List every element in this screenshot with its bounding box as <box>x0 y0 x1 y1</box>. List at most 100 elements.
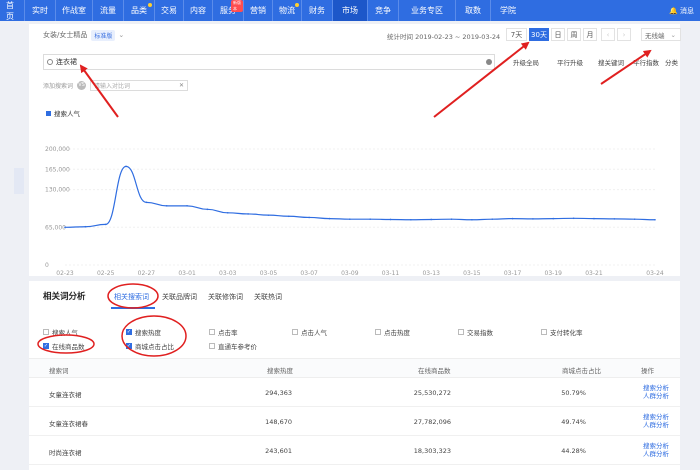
metric-checkbox-9[interactable]: 直通车参考价 <box>209 341 257 351</box>
search-option-1[interactable]: 平行升级 <box>557 57 583 67</box>
data-point-03-01[interactable] <box>186 205 188 207</box>
metric-label: 直通车参考价 <box>218 343 257 351</box>
data-point-03-24[interactable] <box>654 218 656 221</box>
data-point-03-02[interactable] <box>206 208 209 211</box>
search-analysis-link[interactable]: 搜索分析 <box>643 413 669 421</box>
data-point-02-26[interactable] <box>125 165 127 168</box>
metric-checkbox-1[interactable]: ✓ 搜索热度 <box>126 327 161 337</box>
nav-item-11[interactable]: 市场 <box>333 0 367 21</box>
nav-item-7[interactable]: 服务 新版本 <box>213 0 243 21</box>
data-point-03-08[interactable] <box>328 217 331 220</box>
metric-checkbox-3[interactable]: 点击人气 <box>292 327 327 337</box>
nav-item-4[interactable]: 品类 <box>124 0 154 21</box>
data-point-02-23[interactable] <box>64 226 66 229</box>
messages-button[interactable]: 🔔 消息 <box>663 0 700 21</box>
crowd-analysis-link[interactable]: 人群分析 <box>643 392 669 400</box>
data-point-03-21[interactable] <box>593 217 595 220</box>
metric-checkbox-4[interactable]: 点击热度 <box>375 327 410 337</box>
nav-item-label: 实时 <box>32 6 48 15</box>
metric-checkbox-2[interactable]: 点击率 <box>209 327 238 337</box>
tab-related-2[interactable]: 关联修饰词 <box>208 292 243 302</box>
metric-checkbox-7[interactable]: ✓ 在线商品数 <box>43 341 85 351</box>
tab-related-3[interactable]: 关联热词 <box>254 292 282 302</box>
nav-item-0[interactable]: 首页 <box>0 0 24 21</box>
nav-item-12[interactable]: 竞争 <box>368 0 398 21</box>
range-button-4[interactable]: 月 <box>583 28 597 41</box>
metric-label: 支付转化率 <box>550 329 583 337</box>
category-select[interactable]: 女装/女士精品 <box>43 30 87 40</box>
metric-checkbox-0[interactable]: 搜索人气 <box>43 327 78 337</box>
range-button-2[interactable]: 日 <box>551 28 565 41</box>
nav-item-8[interactable]: 营销 <box>244 0 272 21</box>
side-collapse-tab[interactable] <box>14 168 24 194</box>
search-option-4[interactable]: 分类 <box>665 57 678 67</box>
nav-item-3[interactable]: 流量 <box>93 0 123 21</box>
data-point-03-11[interactable] <box>389 218 392 221</box>
column-header[interactable]: 在线商品数 <box>418 365 451 375</box>
x-tick-label: 03-09 <box>341 270 359 276</box>
data-point-03-12[interactable] <box>410 218 412 221</box>
column-header[interactable]: 搜索词 <box>49 365 69 375</box>
nav-item-9[interactable]: 物流 <box>273 0 301 21</box>
column-header[interactable]: 搜索热度 <box>267 365 293 375</box>
search-option-3[interactable]: 平行指数 <box>633 57 659 67</box>
nav-item-6[interactable]: 内容 <box>184 0 212 21</box>
crowd-analysis-link[interactable]: 人群分析 <box>643 421 669 429</box>
nav-item-15[interactable]: 学院 <box>491 0 525 21</box>
data-point-03-06[interactable] <box>287 215 290 218</box>
clear-search-icon[interactable] <box>486 59 492 65</box>
metric-checkbox-6[interactable]: 支付转化率 <box>541 327 583 337</box>
metric-label: 在线商品数 <box>52 343 85 351</box>
data-point-03-22[interactable] <box>613 218 616 220</box>
terminal-select[interactable]: 无线端 ⌄ <box>641 28 681 41</box>
data-point-03-20[interactable] <box>572 217 575 220</box>
compare-input[interactable]: 请输入对比词 ✕ <box>90 79 189 91</box>
search-option-0[interactable]: 升级全局 <box>513 57 539 67</box>
next-period-icon[interactable]: › <box>617 28 631 41</box>
nav-item-2[interactable]: 作战室 <box>56 0 92 21</box>
metric-checkbox-5[interactable]: 交易指数 <box>458 327 493 337</box>
data-point-02-27[interactable] <box>145 201 148 204</box>
nav-item-10[interactable]: 财务 <box>302 0 332 21</box>
nav-item-13[interactable]: 业务专区 <box>399 0 455 21</box>
metric-label: 交易指数 <box>467 329 493 337</box>
data-point-03-07[interactable] <box>308 216 310 219</box>
data-point-02-24[interactable] <box>84 225 87 228</box>
data-point-03-09[interactable] <box>349 218 351 220</box>
nav-item-1[interactable]: 实时 <box>25 0 55 21</box>
data-point-03-05[interactable] <box>267 214 270 216</box>
data-point-03-18[interactable] <box>532 218 534 220</box>
crowd-analysis-link[interactable]: 人群分析 <box>643 450 669 458</box>
data-point-02-25[interactable] <box>104 223 107 226</box>
data-point-03-17[interactable] <box>511 217 514 220</box>
version-tag: 标准版 <box>91 29 116 41</box>
metric-checkbox-8[interactable]: ✓ 商城点击占比 <box>126 341 174 351</box>
range-button-1[interactable]: 30天 <box>529 28 549 41</box>
data-point-03-03[interactable] <box>226 212 229 214</box>
data-point-03-14[interactable] <box>450 218 453 220</box>
search-option-2[interactable]: 搜关键词 <box>598 57 624 67</box>
nav-item-14[interactable]: 取数 <box>456 0 490 21</box>
range-button-3[interactable]: 周 <box>567 28 581 41</box>
nav-item-label: 物流 <box>279 6 295 15</box>
tab-related-1[interactable]: 关联品牌词 <box>162 292 197 302</box>
chevron-down-icon[interactable]: ⌄ <box>118 31 124 39</box>
data-point-03-13[interactable] <box>430 218 433 221</box>
data-point-03-16[interactable] <box>491 218 494 220</box>
search-analysis-link[interactable]: 搜索分析 <box>643 442 669 450</box>
data-point-03-23[interactable] <box>633 218 636 220</box>
prev-period-icon[interactable]: ‹ <box>601 28 615 41</box>
data-point-03-04[interactable] <box>247 213 249 215</box>
nav-item-5[interactable]: 交易 <box>155 0 183 21</box>
range-button-0[interactable]: 7天 <box>506 28 527 41</box>
data-point-03-19[interactable] <box>552 217 555 220</box>
search-input[interactable]: 连衣裙 <box>43 54 495 70</box>
column-header[interactable]: 商城点击占比 <box>562 365 601 375</box>
data-point-02-28[interactable] <box>165 205 168 207</box>
series-line-search-popularity[interactable] <box>64 165 656 228</box>
tab-related-0[interactable]: 相关搜索词 <box>114 292 149 302</box>
data-point-03-10[interactable] <box>369 218 371 220</box>
search-analysis-link[interactable]: 搜索分析 <box>643 384 669 392</box>
close-icon[interactable]: ✕ <box>179 82 184 89</box>
data-point-03-15[interactable] <box>471 218 473 221</box>
